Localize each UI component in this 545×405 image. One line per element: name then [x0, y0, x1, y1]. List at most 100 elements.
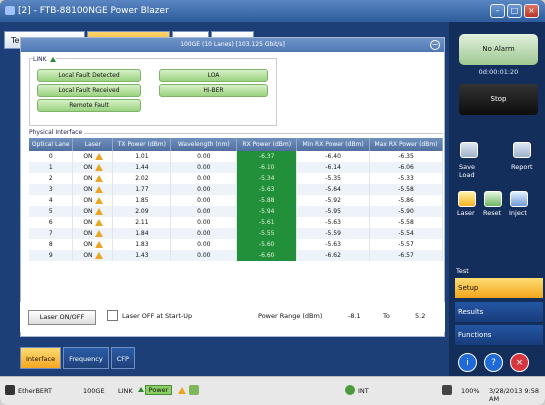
power-range-label: Power Range (dBm) [258, 312, 323, 320]
max-rx-power-cell: -5.58 [369, 217, 443, 228]
min-rx-power-cell: -5.95 [296, 206, 371, 217]
laser-cell: ON [72, 217, 114, 228]
physical-interface-title: Physical Interface [29, 129, 85, 136]
min-rx-power-cell-text: -5.63 [325, 241, 341, 248]
side-results[interactable]: Results [455, 302, 543, 322]
wavelength-cell-text: 0.00 [197, 219, 211, 226]
reset-icon[interactable] [484, 191, 502, 207]
lane-cell-text: 4 [48, 197, 53, 204]
tx-power-cell: 1.43 [112, 250, 172, 261]
wavelength-cell: 0.00 [170, 184, 238, 195]
interface-header: 100GE (10 Lanes) [103.125 Gbit/s] − [21, 38, 444, 52]
table-row: 6 ON 2.11 0.00 -5.61 -5.63 -5.58 [29, 217, 443, 228]
help-icon[interactable]: ? [484, 353, 503, 372]
configurator-panel: 100GE (10 Lanes) [103.125 Gbit/s] − LINK… [20, 37, 445, 337]
link-label: LINK [33, 56, 56, 63]
wavelength-cell-text: 0.00 [197, 153, 211, 160]
laser-warning-icon [94, 153, 103, 160]
tab-interface[interactable]: Interface [20, 347, 62, 369]
wavelength-cell: 0.00 [170, 195, 238, 206]
lane-cell-text: 3 [48, 186, 53, 193]
laser-warning-icon [94, 230, 103, 237]
collapse-icon[interactable]: − [430, 40, 440, 50]
max-rx-power-cell-text: -5.86 [398, 197, 414, 204]
wavelength-cell-text: 0.00 [197, 208, 211, 215]
min-rx-power-cell: -5.92 [296, 195, 371, 206]
laser-cell-text: ON [83, 219, 93, 226]
rx-power-cell-text: -5.34 [258, 175, 275, 182]
lane-cell: 2 [29, 173, 74, 184]
tx-power-cell: 1.77 [112, 184, 172, 195]
tx-power-cell-text: 1.85 [135, 197, 149, 204]
minimize-button[interactable]: – [490, 4, 505, 18]
inject-label: Inject [509, 209, 527, 217]
laser-warning-icon [94, 197, 103, 204]
save-load-icon[interactable] [460, 142, 478, 158]
status-link-up-icon [138, 387, 144, 392]
rx-power-cell: -5.88 [236, 195, 298, 206]
tab-frequency[interactable]: Frequency [63, 347, 109, 369]
link-up-icon [49, 57, 56, 62]
lane-cell: 5 [29, 206, 74, 217]
laser-cell-text: ON [83, 186, 93, 193]
max-rx-power-cell: -5.57 [369, 239, 443, 250]
rx-power-cell-text: -6.60 [258, 252, 275, 259]
rx-power-cell: -5.60 [236, 239, 298, 250]
rx-power-cell: -5.94 [236, 206, 298, 217]
laser-off-startup-checkbox[interactable] [107, 310, 118, 321]
inject-icon[interactable] [510, 191, 528, 207]
indicator-remote-fault: Remote Fault [37, 99, 141, 112]
min-rx-power-cell: -5.63 [296, 239, 371, 250]
report-icon[interactable] [513, 142, 531, 158]
tx-power-cell: 1.84 [112, 228, 172, 239]
status-grid-icon [189, 385, 199, 395]
laser-cell: ON [72, 162, 114, 173]
side-functions[interactable]: Functions [455, 325, 543, 345]
etherbert-icon [5, 385, 15, 395]
alarm-status: No Alarm [459, 34, 538, 65]
max-rx-power-cell-text: -6.57 [398, 252, 414, 259]
max-rx-power-cell: -5.54 [369, 228, 443, 239]
report-label: Report [511, 163, 533, 171]
lane-cell-text: 9 [48, 252, 53, 259]
min-rx-power-cell-text: -6.14 [325, 164, 341, 171]
tx-power-cell-text: 1.44 [135, 164, 149, 171]
laser-cell-text: ON [83, 208, 93, 215]
indicator-loa: LOA [159, 69, 268, 82]
laser-cell-text: ON [83, 164, 93, 171]
tx-power-cell: 1.85 [112, 195, 172, 206]
exit-icon[interactable]: × [510, 353, 529, 372]
maximize-button[interactable]: □ [507, 4, 522, 18]
laser-label: Laser [457, 209, 475, 217]
col-max-rx-power: Max RX Power (dBm) [369, 138, 443, 151]
laser-on-off-button[interactable]: Laser ON/OFF [28, 310, 96, 325]
side-setup[interactable]: Setup [455, 278, 543, 298]
wavelength-cell-text: 0.00 [197, 197, 211, 204]
laser-icon[interactable] [458, 191, 476, 207]
max-rx-power-cell: -6.57 [369, 250, 443, 261]
tx-power-cell: 1.44 [112, 162, 172, 173]
status-warning-icon [178, 387, 186, 394]
max-rx-power-cell-text: -5.33 [398, 175, 414, 182]
laser-warning-icon [94, 252, 103, 259]
clock-source-icon [345, 385, 355, 395]
laser-cell-text: ON [83, 197, 93, 204]
min-rx-power-cell-text: -6.62 [325, 252, 341, 259]
laser-cell-text: ON [83, 241, 93, 248]
rx-power-cell-text: -5.94 [258, 208, 275, 215]
wavelength-cell: 0.00 [170, 162, 238, 173]
status-rate: 100GE [83, 387, 105, 395]
tx-power-cell: 2.11 [112, 217, 172, 228]
tab-cfp[interactable]: CFP [110, 347, 135, 369]
application-window: [2] - FTB-88100NGE Power Blazer – □ × Te… [0, 0, 545, 405]
stop-button[interactable]: Stop [459, 84, 538, 115]
lane-cell-text: 0 [48, 153, 53, 160]
laser-cell-text: ON [83, 153, 93, 160]
close-button[interactable]: × [524, 4, 539, 18]
info-icon[interactable]: i [458, 353, 477, 372]
max-rx-power-cell: -5.86 [369, 195, 443, 206]
laser-warning-icon [94, 241, 103, 248]
laser-cell-text: ON [83, 252, 93, 259]
rx-power-cell: -5.34 [236, 173, 298, 184]
lane-cell: 0 [29, 151, 74, 162]
